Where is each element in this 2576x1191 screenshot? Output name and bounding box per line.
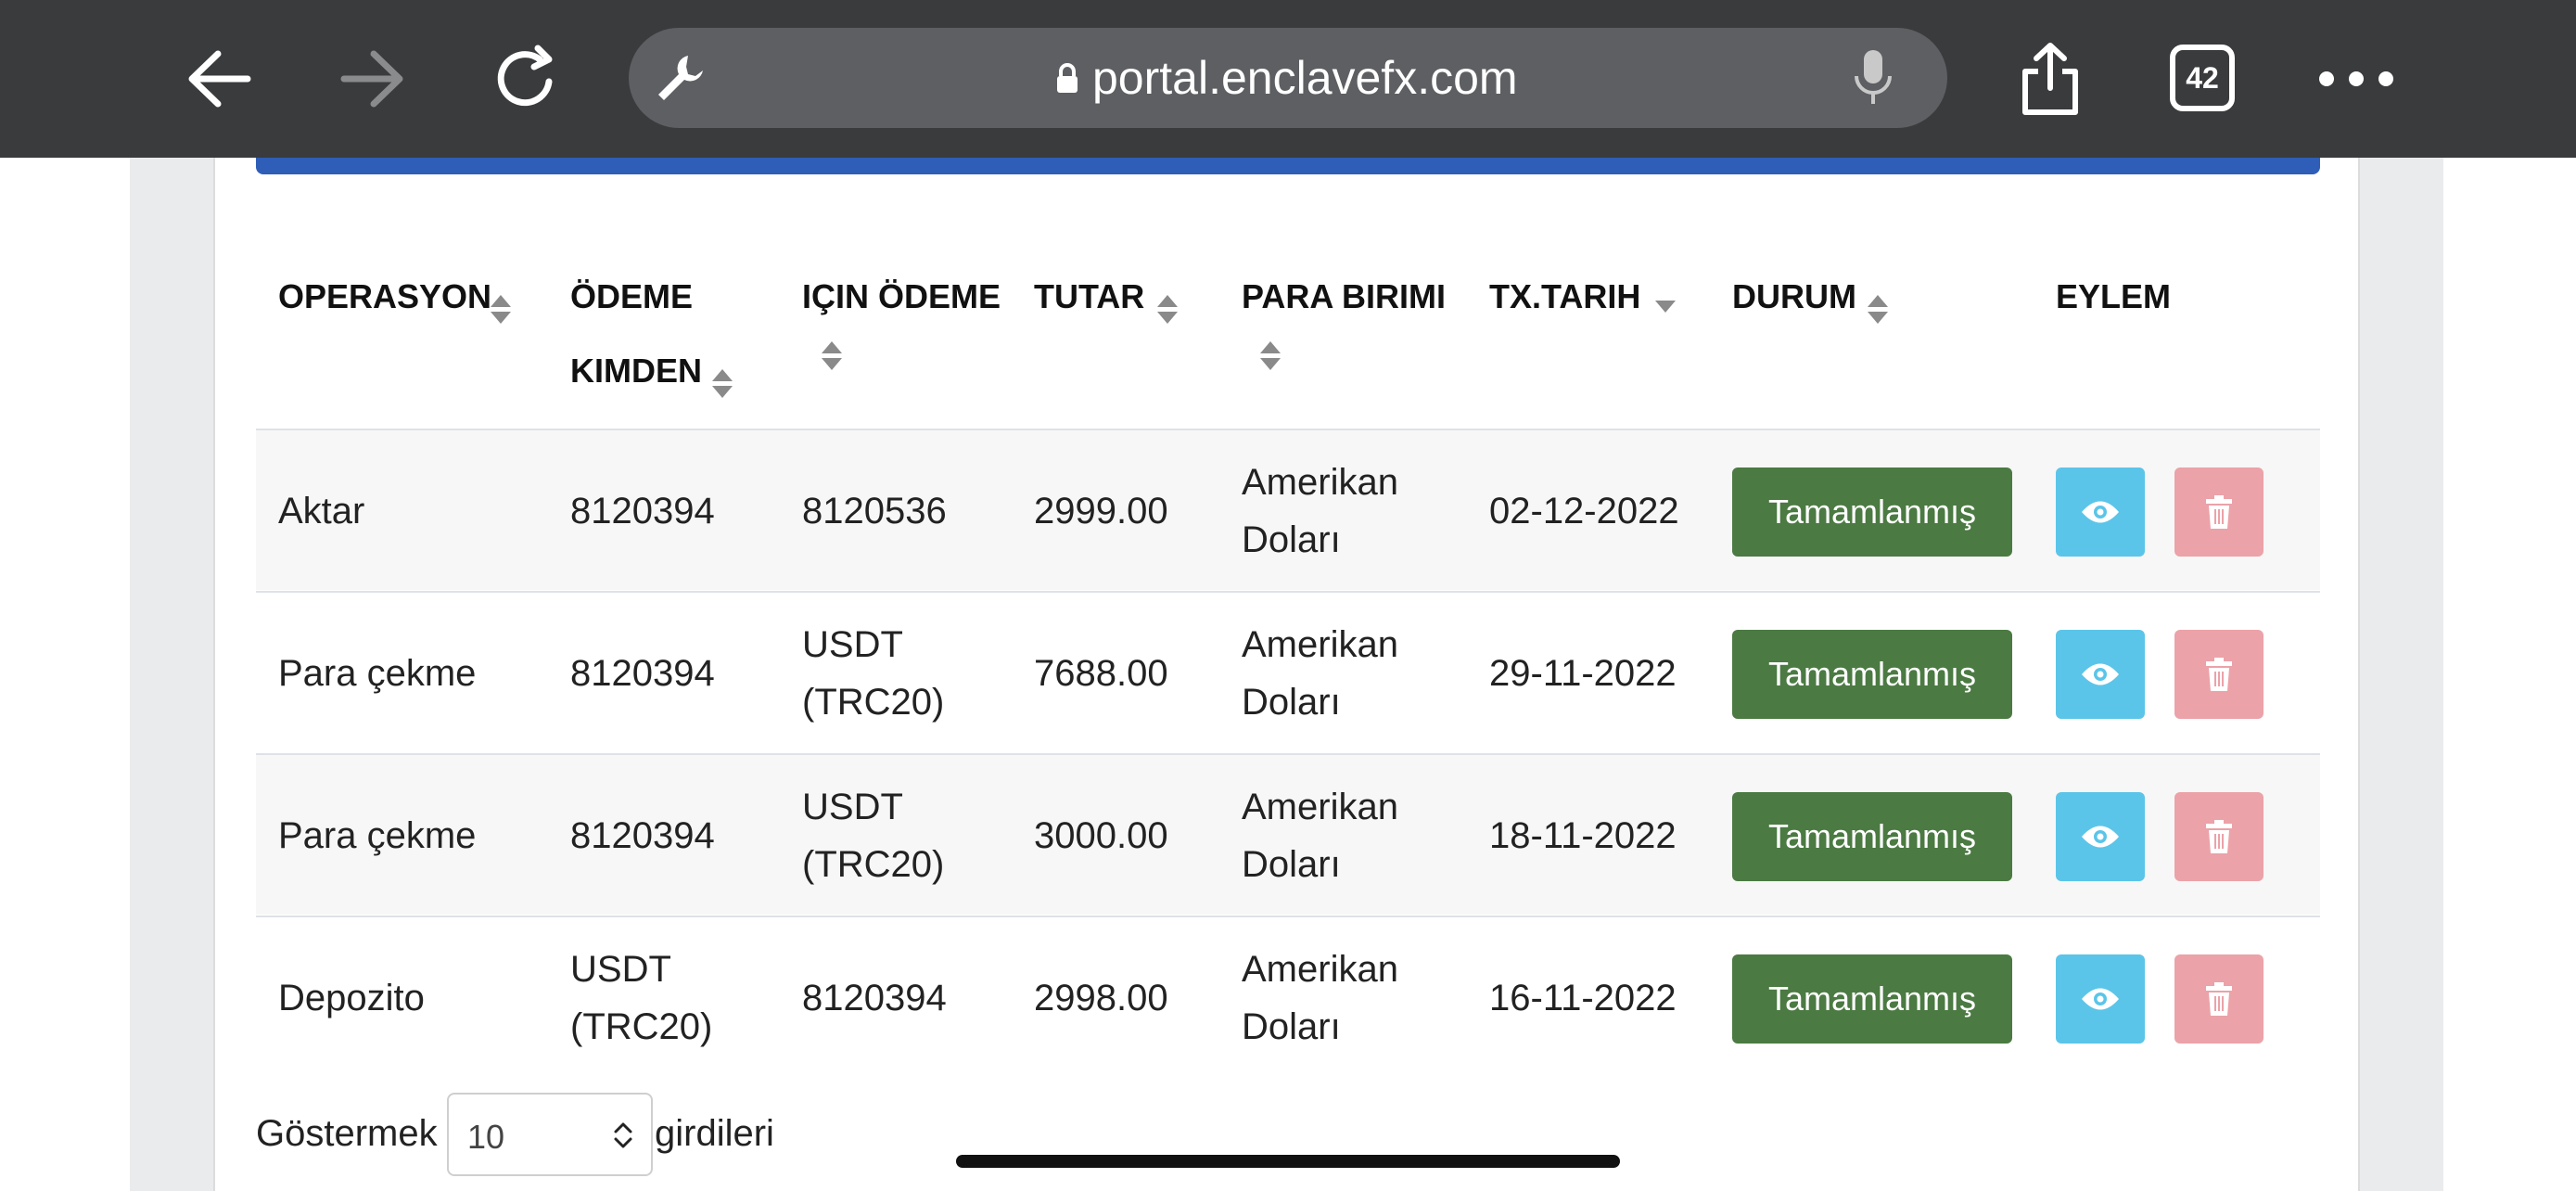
cell-currency: Amerikan Doları bbox=[1242, 787, 1398, 885]
page-length-select[interactable]: 10 bbox=[447, 1093, 653, 1176]
back-button[interactable] bbox=[169, 28, 271, 130]
sort-icon[interactable] bbox=[491, 295, 511, 327]
cell-currency: Amerikan Doları bbox=[1242, 624, 1398, 723]
address-bar[interactable]: portal.enclavefx.com bbox=[629, 28, 1947, 128]
view-button[interactable] bbox=[2056, 630, 2145, 719]
trash-icon bbox=[2206, 982, 2232, 1016]
cell-currency: Amerikan Doları bbox=[1242, 462, 1398, 560]
page-margin-left bbox=[0, 158, 130, 1191]
cell-date: 16-11-2022 bbox=[1489, 978, 1677, 1018]
delete-button[interactable] bbox=[2174, 792, 2264, 881]
status-badge[interactable]: Tamamlanmış bbox=[1732, 630, 2012, 719]
header-currency[interactable]: PARA BIRIMI bbox=[1242, 260, 1446, 334]
eye-icon bbox=[2082, 663, 2119, 685]
table-row: Para çekme 8120394 USDT (TRC20) 7688.00 … bbox=[256, 591, 2320, 752]
trash-icon bbox=[2206, 820, 2232, 853]
delete-button[interactable] bbox=[2174, 630, 2264, 719]
status-badge[interactable]: Tamamlanmış bbox=[1732, 467, 2012, 557]
tabs-button[interactable]: 42 bbox=[2170, 45, 2235, 111]
cell-date: 02-12-2022 bbox=[1489, 491, 1679, 531]
view-button[interactable] bbox=[2056, 792, 2145, 881]
cell-amount: 2999.00 bbox=[1034, 491, 1168, 531]
status-badge[interactable]: Tamamlanmış bbox=[1732, 954, 2012, 1044]
more-button[interactable] bbox=[2305, 28, 2407, 130]
header-payment-for[interactable]: IÇIN ÖDEME bbox=[802, 260, 1001, 334]
table-row: Para çekme 8120394 USDT (TRC20) 3000.00 … bbox=[256, 753, 2320, 915]
url-text[interactable]: portal.enclavefx.com bbox=[1092, 28, 1518, 128]
back-arrow-icon bbox=[188, 50, 251, 108]
sort-desc-icon[interactable] bbox=[1655, 301, 1676, 314]
eye-icon bbox=[2082, 988, 2119, 1010]
page-length-value: 10 bbox=[467, 1118, 505, 1156]
page-gutter-left bbox=[130, 158, 213, 1191]
page-gutter-right bbox=[2360, 158, 2443, 1191]
cell-payment-for: 8120536 bbox=[802, 491, 947, 531]
page-margin-right bbox=[2443, 158, 2576, 1191]
wrench-icon[interactable] bbox=[651, 48, 710, 108]
show-entries-label: Göstermek bbox=[256, 1113, 438, 1154]
trash-icon bbox=[2206, 658, 2232, 691]
cell-payment-for: USDT (TRC20) bbox=[802, 787, 945, 885]
entries-label: girdileri bbox=[655, 1113, 774, 1154]
table-row: Aktar 8120394 8120536 2999.00 Amerikan D… bbox=[256, 429, 2320, 590]
card-header-bar bbox=[256, 158, 2320, 174]
share-icon bbox=[2022, 43, 2078, 115]
cell-payment-for: 8120394 bbox=[802, 978, 947, 1018]
cell-amount: 7688.00 bbox=[1034, 653, 1168, 694]
table-header: OPERASYON ÖDEME KIMDEN IÇIN ÖDEME TUTAR … bbox=[256, 232, 2320, 429]
header-operation[interactable]: OPERASYON bbox=[278, 260, 491, 334]
view-button[interactable] bbox=[2056, 954, 2145, 1044]
header-tx-date[interactable]: TX.TARIH bbox=[1489, 260, 1640, 334]
cell-operation: Para çekme bbox=[278, 815, 477, 856]
tab-count: 42 bbox=[2186, 61, 2219, 95]
cell-operation: Para çekme bbox=[278, 653, 477, 694]
cell-payment-from: USDT (TRC20) bbox=[570, 949, 713, 1047]
header-amount[interactable]: TUTAR bbox=[1034, 260, 1144, 334]
sort-icon[interactable] bbox=[1868, 295, 1888, 327]
status-badge[interactable]: Tamamlanmış bbox=[1732, 792, 2012, 881]
sort-icon[interactable] bbox=[1260, 341, 1281, 373]
eye-icon bbox=[2082, 501, 2119, 523]
eye-icon bbox=[2082, 826, 2119, 848]
forward-arrow-icon bbox=[340, 50, 403, 108]
cell-amount: 3000.00 bbox=[1034, 815, 1168, 856]
forward-button[interactable] bbox=[321, 28, 423, 130]
cell-operation: Aktar bbox=[278, 491, 365, 531]
reload-button[interactable] bbox=[475, 28, 577, 130]
header-payment-from[interactable]: ÖDEME KIMDEN bbox=[570, 260, 702, 408]
sort-icon[interactable] bbox=[1157, 295, 1178, 327]
cell-operation: Depozito bbox=[278, 978, 425, 1018]
lock-icon bbox=[1057, 63, 1078, 93]
share-button[interactable] bbox=[1999, 28, 2101, 130]
delete-button[interactable] bbox=[2174, 954, 2264, 1044]
trash-icon bbox=[2206, 495, 2232, 529]
header-status[interactable]: DURUM bbox=[1732, 260, 1856, 334]
sort-icon[interactable] bbox=[712, 369, 733, 401]
sort-icon[interactable] bbox=[822, 341, 842, 373]
more-icon bbox=[2319, 71, 2393, 86]
delete-button[interactable] bbox=[2174, 467, 2264, 557]
cell-payment-from: 8120394 bbox=[570, 491, 715, 531]
browser-toolbar: portal.enclavefx.com 42 bbox=[0, 0, 2576, 158]
home-indicator[interactable] bbox=[956, 1155, 1620, 1168]
cell-amount: 2998.00 bbox=[1034, 978, 1168, 1018]
table-row: Depozito USDT (TRC20) 8120394 2998.00 Am… bbox=[256, 916, 2320, 1077]
view-button[interactable] bbox=[2056, 467, 2145, 557]
reload-icon bbox=[497, 45, 553, 107]
microphone-icon[interactable] bbox=[1853, 48, 1894, 108]
cell-date: 18-11-2022 bbox=[1489, 815, 1677, 856]
cell-payment-for: USDT (TRC20) bbox=[802, 624, 945, 723]
cell-payment-from: 8120394 bbox=[570, 815, 715, 856]
cell-date: 29-11-2022 bbox=[1489, 653, 1677, 694]
cell-payment-from: 8120394 bbox=[570, 653, 715, 694]
chevron-updown-icon bbox=[614, 1122, 632, 1148]
cell-currency: Amerikan Doları bbox=[1242, 949, 1398, 1047]
header-action: EYLEM bbox=[2056, 277, 2172, 315]
